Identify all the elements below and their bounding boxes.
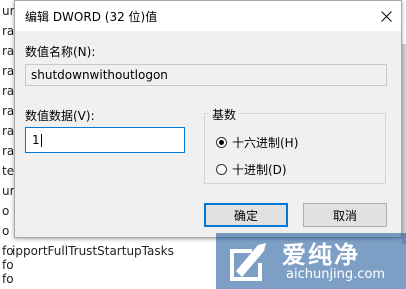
list-fragment: ra <box>2 84 15 98</box>
list-fragment: ra <box>2 124 15 138</box>
value-data-label: 数值数据(V): <box>25 109 95 123</box>
watermark-brand: 爱纯净 <box>282 241 360 269</box>
list-fragment: o <box>2 224 10 238</box>
list-scrollbar[interactable] <box>402 44 406 244</box>
cancel-button[interactable]: 取消 <box>303 203 387 227</box>
watermark-url: aichunjing.com <box>286 267 386 282</box>
ok-button-label: 确定 <box>233 208 258 223</box>
value-data-text: 1 <box>32 133 40 147</box>
value-name-field: shutdownwithoutlogon <box>25 64 387 86</box>
list-fragment: ra <box>2 24 15 38</box>
cancel-button-label: 取消 <box>332 208 357 223</box>
radio-hexadecimal-label: 十六进制(H) <box>232 136 299 150</box>
list-item[interactable]: ipportFullTrustStartupTasks <box>12 244 174 258</box>
radio-unchecked-icon <box>216 164 227 175</box>
base-group-label: 基数 <box>209 106 240 123</box>
list-fragment: ra <box>2 44 15 58</box>
list-fragment: o <box>2 204 10 218</box>
radio-hexadecimal[interactable]: 十六进制(H) <box>216 134 298 151</box>
list-fragment: ur <box>2 4 15 18</box>
close-icon <box>380 10 392 22</box>
list-fragment: fo <box>2 258 14 272</box>
close-button[interactable] <box>371 1 401 31</box>
edit-dword-dialog: 编辑 DWORD (32 位)值 数值名称(N): shutdownwithou… <box>14 0 402 238</box>
radio-checked-icon <box>216 137 227 148</box>
value-name-label: 数值名称(N): <box>25 45 96 59</box>
list-fragment: ra <box>2 104 15 118</box>
list-fragment: ur <box>2 184 15 198</box>
dialog-titlebar[interactable]: 编辑 DWORD (32 位)值 <box>15 1 401 31</box>
list-fragment: fo <box>2 272 14 286</box>
site-watermark: 爱纯净 aichunjing.com <box>216 233 406 289</box>
text-caret <box>40 134 42 147</box>
radio-decimal[interactable]: 十进制(D) <box>216 161 287 178</box>
brand-logo-icon <box>230 243 266 281</box>
list-fragment: te <box>2 164 15 178</box>
list-fragment: ra <box>2 64 15 78</box>
radio-decimal-label: 十进制(D) <box>232 163 287 177</box>
list-fragment: ra <box>2 144 15 158</box>
value-data-input[interactable]: 1 <box>25 127 185 153</box>
dialog-title: 编辑 DWORD (32 位)值 <box>25 10 158 24</box>
ok-button[interactable]: 确定 <box>204 203 288 227</box>
